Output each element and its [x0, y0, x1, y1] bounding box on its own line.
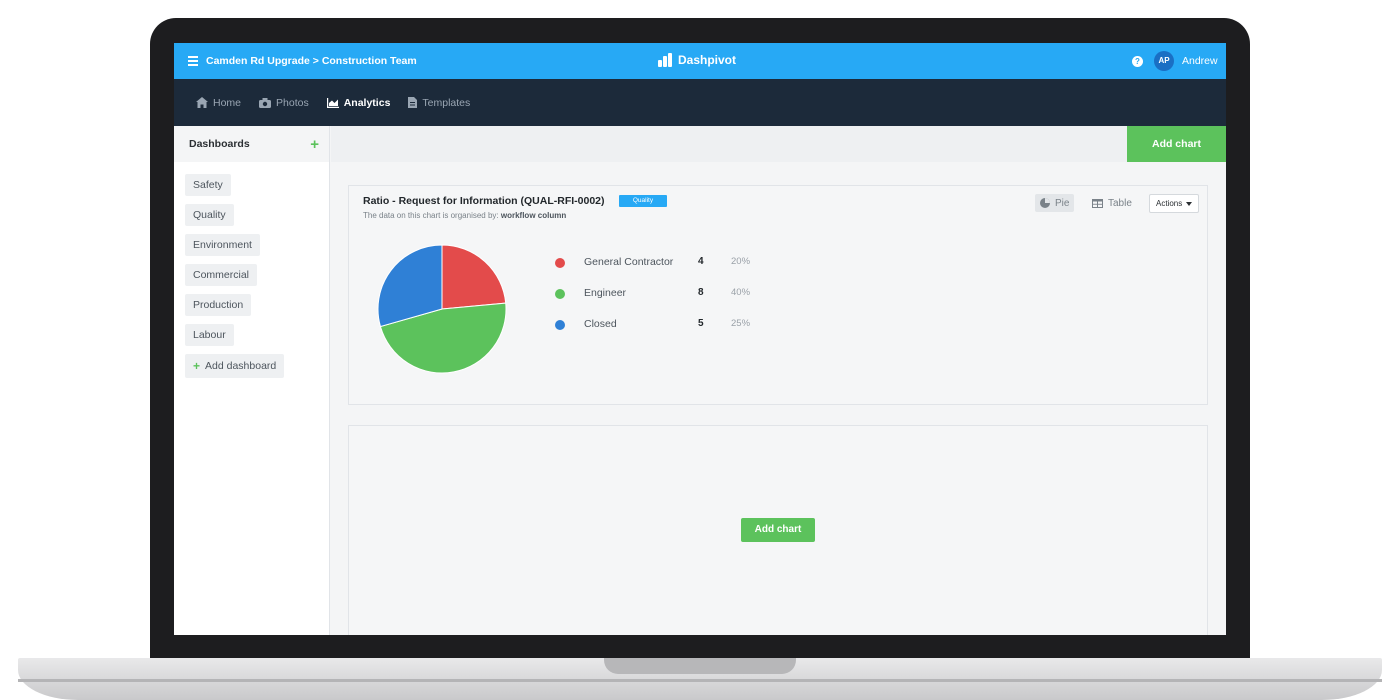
legend-row: Engineer 8 40%: [555, 287, 855, 318]
pie-chart[interactable]: [377, 244, 507, 374]
empty-chart-slot: Add chart: [348, 425, 1208, 635]
sidebar-item-safety[interactable]: Safety: [185, 174, 231, 196]
username[interactable]: Andrew: [1182, 55, 1218, 67]
chart-icon: [326, 97, 339, 108]
chart-legend: General Contractor 4 20% Engineer 8 40% Closed…: [555, 256, 855, 349]
chart-card: Ratio - Request for Information (QUAL-RF…: [348, 185, 1208, 405]
pie-label: Pie: [1055, 197, 1070, 209]
dashboards-sidebar: Dashboards + Safety Quality Environment …: [174, 126, 330, 635]
main-nav: Home Photos Analytics Templates: [174, 79, 1226, 126]
legend-label: General Contractor: [584, 256, 674, 268]
legend-count: 4: [698, 256, 704, 267]
legend-row: Closed 5 25%: [555, 318, 855, 349]
sidebar-item-production[interactable]: Production: [185, 294, 252, 316]
table-view-toggle[interactable]: Table: [1087, 194, 1137, 212]
subtitle-prefix: The data on this chart is organised by:: [363, 211, 499, 220]
nav-item-home[interactable]: Home: [196, 97, 241, 109]
hamburger-menu-icon[interactable]: [188, 56, 198, 66]
breadcrumb[interactable]: Camden Rd Upgrade > Construction Team: [206, 55, 417, 67]
nav-item-analytics[interactable]: Analytics: [326, 96, 391, 109]
logo-icon: [658, 53, 673, 67]
pie-slice-general-contractor[interactable]: [441, 244, 507, 310]
legend-count: 5: [698, 318, 704, 329]
plus-icon: +: [193, 359, 201, 373]
document-icon: [408, 97, 418, 108]
add-chart-button[interactable]: Add chart: [1127, 126, 1226, 162]
nav-item-label: Photos: [276, 96, 309, 109]
avatar[interactable]: AP: [1154, 51, 1174, 71]
sidebar-title: Dashboards: [189, 138, 250, 150]
add-chart-button-center[interactable]: Add chart: [741, 518, 815, 542]
laptop-edge: [18, 679, 1382, 682]
help-icon[interactable]: ?: [1132, 56, 1143, 67]
legend-color-dot: [555, 289, 565, 299]
legend-count: 8: [698, 287, 704, 298]
legend-percent: 40%: [731, 287, 751, 298]
main-header: Add chart: [331, 126, 1226, 162]
home-icon: [196, 97, 208, 108]
sidebar-item-commercial[interactable]: Commercial: [185, 264, 258, 286]
legend-row: General Contractor 4 20%: [555, 256, 855, 287]
subtitle-value: workflow column: [500, 211, 567, 220]
actions-dropdown[interactable]: Actions: [1149, 194, 1200, 213]
dashboard-list: Safety Quality Environment Commercial Pr…: [174, 162, 329, 384]
app-screen: Camden Rd Upgrade > Construction Team Da…: [174, 43, 1226, 635]
nav-item-label: Templates: [422, 96, 471, 109]
sidebar-item-quality[interactable]: Quality: [185, 204, 234, 226]
laptop-notch: [604, 658, 796, 674]
category-badge: Quality: [619, 195, 667, 207]
pie-chart-icon: [1040, 198, 1050, 208]
add-dashboard-plus-icon[interactable]: +: [310, 136, 319, 153]
nav-item-templates[interactable]: Templates: [408, 97, 470, 109]
nav-item-label: Home: [213, 96, 242, 109]
sidebar-item-environment[interactable]: Environment: [185, 234, 260, 256]
legend-color-dot: [555, 258, 565, 268]
add-dashboard-label: Add dashboard: [205, 360, 277, 372]
legend-color-dot: [555, 320, 565, 330]
add-dashboard-button[interactable]: + Add dashboard: [185, 354, 285, 378]
actions-label: Actions: [1156, 199, 1183, 208]
brand-logo[interactable]: Dashpivot: [658, 53, 736, 67]
chart-subtitle: The data on this chart is organised by: …: [363, 211, 566, 220]
table-label: Table: [1108, 197, 1132, 209]
legend-percent: 25%: [731, 318, 751, 329]
sidebar-item-labour[interactable]: Labour: [185, 324, 234, 346]
legend-label: Engineer: [584, 287, 627, 299]
table-icon: [1092, 198, 1103, 208]
chart-title: Ratio - Request for Information (QUAL-RF…: [363, 195, 605, 207]
camera-icon: [259, 97, 272, 108]
brand-name: Dashpivot: [678, 53, 737, 67]
legend-percent: 20%: [731, 256, 751, 267]
chevron-down-icon: [1186, 201, 1193, 206]
nav-item-label: Analytics: [343, 96, 391, 109]
top-bar: Camden Rd Upgrade > Construction Team Da…: [174, 43, 1226, 79]
legend-label: Closed: [584, 318, 617, 330]
pie-view-toggle[interactable]: Pie: [1035, 194, 1075, 212]
nav-item-photos[interactable]: Photos: [259, 97, 309, 109]
sidebar-header: Dashboards +: [174, 126, 329, 162]
